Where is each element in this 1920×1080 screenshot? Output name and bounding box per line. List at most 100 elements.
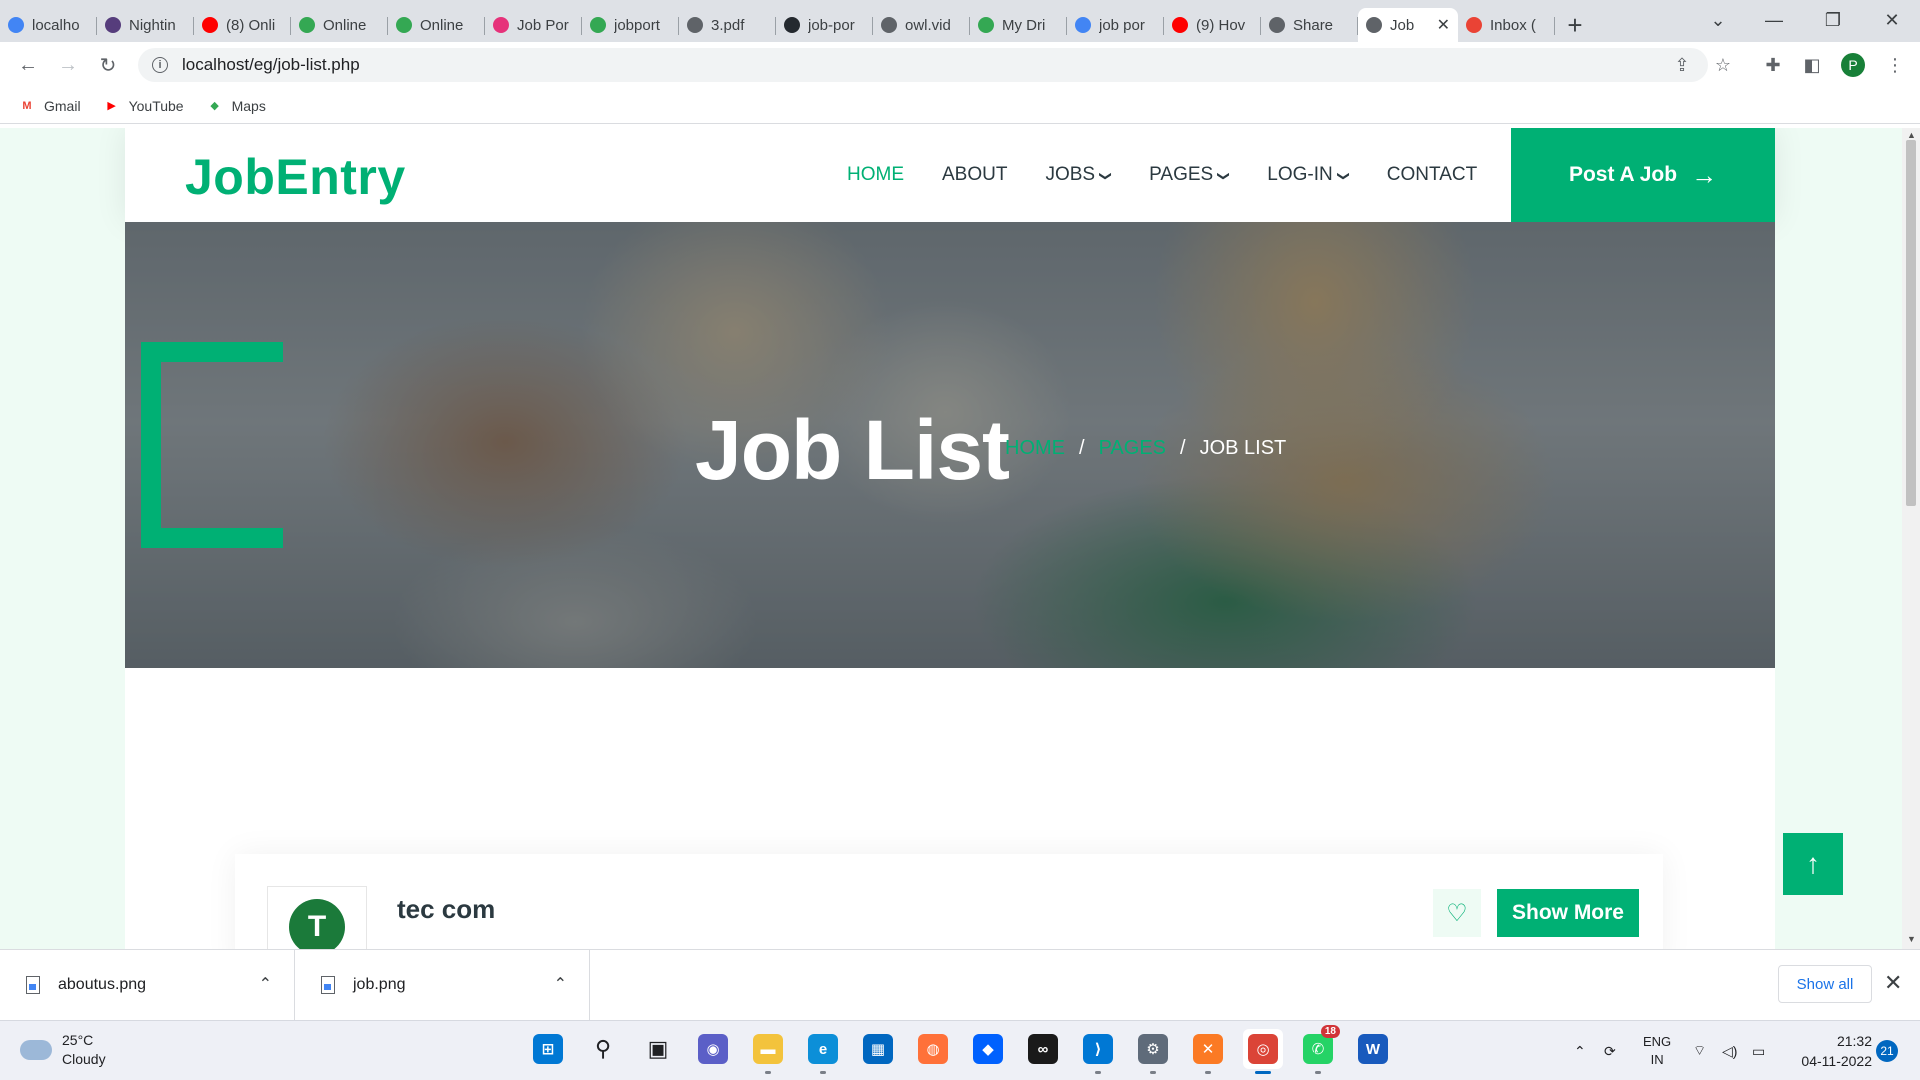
browser-tab[interactable]: (8) Onli: [194, 8, 291, 42]
close-icon[interactable]: ✕: [1884, 970, 1902, 996]
browser-tab[interactable]: jobport: [582, 8, 679, 42]
back-button[interactable]: ←: [8, 45, 48, 85]
share-icon[interactable]: ⇪: [1667, 50, 1697, 80]
reload-button[interactable]: ↻: [88, 45, 128, 85]
close-tab-icon[interactable]: ✕: [1437, 15, 1450, 35]
nav-item-pages[interactable]: Pages ❯: [1149, 164, 1231, 186]
page-scrollbar[interactable]: ▲ ▼: [1902, 128, 1920, 949]
minimize-button[interactable]: —: [1746, 0, 1802, 40]
restore-button[interactable]: ❐: [1805, 0, 1861, 40]
browser-tab[interactable]: Inbox (: [1458, 8, 1555, 42]
back-to-top-button[interactable]: ↑: [1783, 833, 1843, 895]
dropbox-taskbar-button[interactable]: ◆: [968, 1029, 1008, 1069]
tab-title: Job Por: [517, 16, 569, 34]
show-more-button[interactable]: Show More: [1497, 889, 1639, 937]
side-panel-icon[interactable]: ◧: [1797, 50, 1827, 80]
browser-tab[interactable]: 3.pdf: [679, 8, 776, 42]
firefox-taskbar-button[interactable]: ◍: [913, 1029, 953, 1069]
language-indicator[interactable]: ENG IN: [1643, 1021, 1671, 1080]
tab-search-icon[interactable]: ⌄: [1690, 0, 1746, 40]
tab-title: jobport: [614, 16, 660, 34]
main-menu: Home About Jobs ❯ Pages ❯ Log-In ❯ Contact: [847, 128, 1477, 222]
whatsapp-icon: ✆: [1303, 1034, 1333, 1064]
chrome-icon: ◎: [1248, 1034, 1278, 1064]
search-icon: ⚲: [594, 1036, 612, 1061]
browser-tab[interactable]: owl.vid: [873, 8, 970, 42]
settings-taskbar-button[interactable]: ⚙: [1133, 1029, 1173, 1074]
volume-icon[interactable]: ◁): [1722, 1021, 1737, 1080]
chrome-taskbar-button[interactable]: ◎: [1243, 1029, 1283, 1074]
browser-tab[interactable]: Online: [388, 8, 485, 42]
search-taskbar-button[interactable]: ⚲: [583, 1029, 623, 1069]
bookmark-star-icon[interactable]: ☆: [1708, 50, 1738, 80]
task-view-taskbar-button[interactable]: ▣: [638, 1029, 678, 1069]
nav-item-contact[interactable]: Contact: [1387, 164, 1477, 186]
post-job-button[interactable]: Post A Job →: [1511, 128, 1775, 222]
teams-chat-taskbar-button[interactable]: ◉: [693, 1029, 733, 1069]
bookmark-maps[interactable]: ◆ Maps: [206, 98, 265, 114]
tab-title: Job: [1390, 16, 1415, 34]
browser-tab[interactable]: Online: [291, 8, 388, 42]
nav-item-label: About: [942, 164, 1008, 185]
windows-start-taskbar-button[interactable]: ⊞: [528, 1029, 568, 1069]
word-taskbar-button[interactable]: W: [1353, 1029, 1393, 1069]
system-clock[interactable]: 21:32 04-11-2022: [1790, 1031, 1872, 1071]
browser-tab[interactable]: job por: [1067, 8, 1164, 42]
show-all-downloads-button[interactable]: Show all: [1778, 965, 1872, 1003]
weather-widget[interactable]: 25°C Cloudy: [20, 1031, 106, 1069]
browser-tab[interactable]: Job Por: [485, 8, 582, 42]
nav-item-home[interactable]: Home: [847, 164, 904, 186]
browser-tab[interactable]: job-por: [776, 8, 873, 42]
edge-icon: e: [808, 1034, 838, 1064]
address-bar[interactable]: i localhost/eg/job-list.php: [138, 48, 1708, 82]
browser-tab-active[interactable]: Job ✕: [1358, 8, 1458, 42]
microsoft-store-taskbar-button[interactable]: ▦: [858, 1029, 898, 1069]
maps-icon: ◆: [210, 100, 219, 112]
breadcrumb-link[interactable]: Pages: [1099, 437, 1166, 460]
bookmark-gmail[interactable]: M Gmail: [18, 98, 80, 114]
page-header-hero: Job List Home / Pages / Job List: [125, 222, 1775, 668]
profile-avatar[interactable]: P: [1841, 53, 1865, 77]
xampp-taskbar-button[interactable]: ✕: [1188, 1029, 1228, 1074]
gmail-icon: M: [22, 99, 32, 112]
heart-icon[interactable]: ♡: [1433, 889, 1481, 937]
nav-item-about[interactable]: About: [942, 164, 1007, 186]
whatsapp-taskbar-button[interactable]: ✆ 18: [1298, 1025, 1340, 1074]
close-window-button[interactable]: ✕: [1864, 0, 1920, 40]
scroll-up-arrow-icon[interactable]: ▲: [1907, 130, 1916, 140]
chevron-up-icon[interactable]: ⌃: [1574, 1021, 1586, 1080]
browser-tab[interactable]: Nightin: [97, 8, 194, 42]
nav-item-jobs[interactable]: Jobs ❯: [1045, 164, 1113, 186]
download-item[interactable]: job.png ⌃: [295, 949, 590, 1021]
browser-tab[interactable]: My Dri: [970, 8, 1067, 42]
notification-badge[interactable]: 21: [1876, 1040, 1898, 1062]
site-logo[interactable]: JobEntry: [185, 148, 406, 206]
chevron-up-icon[interactable]: ⌃: [554, 974, 567, 994]
creative-cloud-taskbar-button[interactable]: ∞: [1023, 1029, 1063, 1069]
sync-icon[interactable]: ⟳: [1604, 1021, 1616, 1080]
browser-tab[interactable]: Share: [1261, 8, 1358, 42]
site-info-icon[interactable]: i: [152, 57, 168, 73]
vs-code-taskbar-button[interactable]: ⟩: [1078, 1029, 1118, 1074]
tab-title: job por: [1099, 16, 1145, 34]
download-item[interactable]: aboutus.png ⌃: [0, 949, 295, 1021]
chevron-up-icon[interactable]: ⌃: [259, 974, 272, 994]
windows-start-icon: ⊞: [533, 1034, 563, 1064]
edge-taskbar-button[interactable]: e: [803, 1029, 843, 1074]
menu-kebab-icon[interactable]: ⋮: [1880, 50, 1910, 80]
battery-icon[interactable]: ▭: [1752, 1021, 1765, 1080]
scrollbar-thumb[interactable]: [1906, 140, 1916, 506]
browser-tab-strip: localho Nightin (8) Onli Online Online Job Po…: [0, 0, 1920, 42]
scroll-down-arrow-icon[interactable]: ▼: [1907, 934, 1916, 944]
wifi-icon[interactable]: ⌔: [1693, 1021, 1706, 1080]
browser-tab[interactable]: (9) Hov: [1164, 8, 1261, 42]
new-tab-button[interactable]: +: [1555, 8, 1595, 42]
dropbox-icon: ◆: [973, 1034, 1003, 1064]
extensions-icon[interactable]: ✚: [1758, 50, 1788, 80]
file-explorer-taskbar-button[interactable]: ▬: [748, 1029, 788, 1074]
browser-tab[interactable]: localho: [0, 8, 97, 42]
forward-button[interactable]: →: [48, 45, 88, 85]
bookmark-youtube[interactable]: ▶ YouTube: [103, 98, 183, 114]
nav-item-log-in[interactable]: Log-In ❯: [1267, 164, 1350, 186]
breadcrumb-link[interactable]: Home: [1005, 437, 1065, 460]
